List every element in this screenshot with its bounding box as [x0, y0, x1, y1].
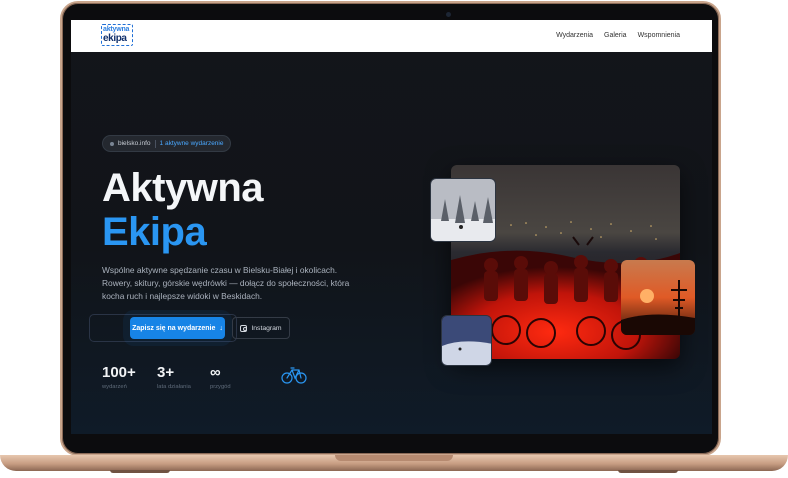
- hero-title-line2: Ekipa: [102, 210, 207, 254]
- source-badge: bielsko.info 1 aktywne wydarzenie: [102, 135, 232, 152]
- nav-links: Wydarzenia Galeria Wspomnienia: [556, 32, 680, 39]
- laptop-notch: [335, 455, 453, 461]
- stat-value: ∞: [210, 364, 221, 381]
- stat-label: wydarzeń: [102, 384, 127, 390]
- logo-text-bottom: ekipa: [103, 33, 127, 44]
- bicycle-icon: [281, 367, 307, 384]
- laptop-foot: [618, 470, 678, 473]
- nav-link-wspomnienia[interactable]: Wspomnienia: [638, 32, 680, 39]
- stat-value: 3+: [157, 364, 175, 381]
- dot-icon: [110, 141, 114, 146]
- laptop-mockup: aktywna ekipa Wydarzenia Galeria Wspomni…: [0, 0, 788, 478]
- stat-label: lata działania: [157, 384, 191, 390]
- nav-link-galeria[interactable]: Galeria: [604, 32, 627, 39]
- signup-button-label: Zapisz się na wydarzenie: [132, 324, 216, 332]
- logo-text-top: aktywna: [103, 26, 130, 33]
- site-logo[interactable]: aktywna ekipa: [101, 24, 133, 46]
- winter-trees-photo: [430, 178, 496, 242]
- navbar: aktywna ekipa Wydarzenia Galeria Wspomni…: [71, 20, 712, 52]
- hero-description: Wspólne aktywne spędzanie czasu w Bielsk…: [102, 265, 350, 301]
- arrow-down-icon: ↓: [219, 324, 223, 332]
- stat-years: 3+ lata działania: [157, 364, 191, 391]
- signup-button[interactable]: Zapisz się na wydarzenie ↓: [130, 317, 225, 339]
- hero-title-line1: Aktywna: [102, 166, 264, 210]
- instagram-icon: [240, 324, 248, 332]
- active-events-label[interactable]: 1 aktywne wydarzenie: [160, 140, 224, 147]
- sunset-photo: [621, 260, 695, 335]
- stat-label: przygód: [210, 384, 231, 390]
- nav-link-wydarzenia[interactable]: Wydarzenia: [556, 32, 593, 39]
- stat-value: 100+: [102, 364, 136, 381]
- laptop-foot: [110, 470, 170, 473]
- stat-adventures: ∞ przygód: [210, 364, 231, 391]
- stat-events: 100+ wydarzeń: [102, 364, 136, 391]
- instagram-label: Instagram: [251, 324, 282, 332]
- source-label[interactable]: bielsko.info: [118, 140, 151, 147]
- instagram-button[interactable]: Instagram: [232, 317, 290, 339]
- divider: [154, 139, 156, 148]
- camera-icon: [446, 12, 451, 17]
- snowy-slope-photo: [441, 315, 492, 366]
- website-screen: aktywna ekipa Wydarzenia Galeria Wspomni…: [71, 20, 712, 434]
